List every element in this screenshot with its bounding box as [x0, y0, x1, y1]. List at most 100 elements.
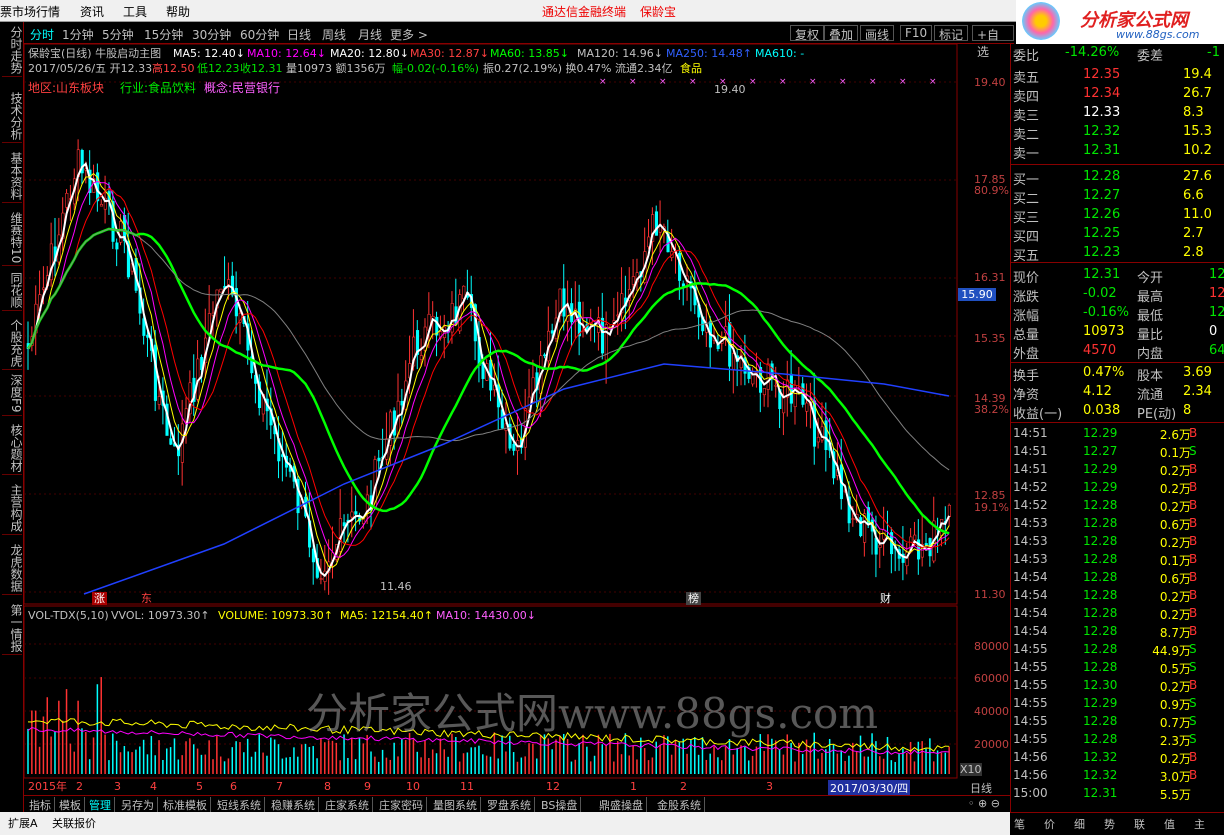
tick-time: 14:51: [1013, 462, 1048, 476]
bid-row[interactable]: 买三 12.26 11.0: [1011, 206, 1224, 226]
stat-value: 0.038: [1083, 403, 1121, 418]
toolbar-button[interactable]: F10: [900, 25, 933, 41]
stat-value: 0: [1209, 324, 1218, 339]
info-rest: 振0.27(2.19%) 换0.47% 流通2.34亿: [483, 62, 673, 75]
indicator-tab[interactable]: 量图系统: [430, 797, 481, 813]
ma60-value: MA60: 13.85↓: [490, 47, 569, 60]
indicator-tab[interactable]: 另存为: [118, 797, 158, 813]
ask-row[interactable]: 卖四 12.34 26.7: [1011, 85, 1224, 105]
tick-row: 14:56 12.32 3.0万 B: [1011, 766, 1224, 784]
ask-row[interactable]: 卖三 12.33 8.3: [1011, 104, 1224, 124]
indicator-tab[interactable]: 庄家系统: [322, 797, 373, 813]
period-tab[interactable]: 30分钟: [192, 26, 231, 43]
period-tab[interactable]: 周线: [322, 26, 346, 43]
nav-item[interactable]: 维赛特10: [2, 210, 23, 267]
bid-row[interactable]: 买二 12.27 6.6: [1011, 187, 1224, 207]
region-label[interactable]: 地区:山东板块: [28, 82, 104, 95]
indicator-tab[interactable]: 罗盘系统: [484, 797, 535, 813]
menu-help[interactable]: 帮助: [166, 3, 190, 20]
divider: [1011, 262, 1224, 263]
ask-row[interactable]: 卖一 12.31 10.2: [1011, 142, 1224, 162]
menu-tools[interactable]: 工具: [123, 3, 147, 20]
quote-tab[interactable]: 价: [1044, 816, 1055, 832]
quote-tab[interactable]: 笔: [1014, 816, 1025, 832]
vol-indicator-name[interactable]: VOL-TDX(5,10): [28, 609, 109, 622]
event-cai[interactable]: 财: [880, 592, 891, 605]
concept-label[interactable]: 概念:民营银行: [204, 82, 280, 95]
indicator-tab[interactable]: 模板: [56, 797, 85, 813]
stat-row: 换手 0.47% 股本 3.69: [1011, 364, 1224, 384]
candle-body: [851, 518, 855, 520]
ask-label: 卖二: [1013, 128, 1040, 143]
indicator-tab[interactable]: 稳赚系统: [268, 797, 319, 813]
nav-item[interactable]: 技术分析: [2, 90, 23, 143]
logo-url: www.88gs.com: [1116, 28, 1200, 41]
signal-marker: ×: [689, 77, 697, 87]
bid-row[interactable]: 买一 12.28 27.6: [1011, 168, 1224, 188]
nav-item[interactable]: 第一情报: [2, 602, 23, 655]
toolbar-button[interactable]: 标记: [934, 25, 969, 42]
event-dong[interactable]: 东: [141, 592, 152, 605]
quote-tab[interactable]: 联: [1134, 816, 1145, 832]
tick-volume: 0.7万: [1159, 716, 1191, 730]
period-tab[interactable]: 15分钟: [144, 26, 183, 43]
quote-tab[interactable]: 值: [1164, 816, 1175, 832]
indicator-tab[interactable]: 短线系统: [214, 797, 265, 813]
period-tab[interactable]: 更多 >: [390, 26, 428, 43]
indicator-tab[interactable]: 管理: [86, 797, 115, 813]
toolbar-button[interactable]: +自选: [972, 25, 1014, 59]
menu-market[interactable]: 票市场行情: [0, 3, 60, 20]
period-tab[interactable]: 月线: [358, 26, 382, 43]
period-tab[interactable]: 5分钟: [102, 26, 134, 43]
stat-label: 涨跌: [1013, 290, 1040, 305]
quote-tab[interactable]: 细: [1074, 816, 1085, 832]
stat-row: 外盘 4570 内盘 64: [1011, 342, 1224, 362]
nav-item[interactable]: 龙虎数据: [2, 542, 23, 595]
tick-side: S: [1189, 642, 1197, 656]
zoom-controls[interactable]: ◦ ⊕ ⊖: [968, 797, 1000, 810]
tick-side: B: [1189, 516, 1198, 530]
event-bang[interactable]: 榜: [686, 592, 701, 605]
period-tab[interactable]: 日线: [287, 26, 311, 43]
event-zhang[interactable]: 涨: [92, 592, 107, 605]
indicator-tab[interactable]: 指标: [26, 797, 55, 813]
period-tab[interactable]: 1分钟: [62, 26, 94, 43]
price-axis-label: 19.40: [974, 76, 1006, 89]
indicator-tab[interactable]: 金股系统: [654, 797, 705, 813]
indicator-tab[interactable]: BS操盘: [538, 797, 582, 813]
period-tab[interactable]: 分时: [30, 26, 54, 43]
tick-time: 14:53: [1013, 534, 1048, 548]
fib-label: 80.9%: [974, 184, 1009, 197]
nav-item[interactable]: 分时走势: [2, 24, 23, 77]
nav-item[interactable]: 主营构成: [2, 482, 23, 535]
tick-volume: 0.2万: [1159, 500, 1191, 514]
nav-item[interactable]: 深度F9: [2, 372, 23, 416]
toolbar-button[interactable]: 画线: [860, 25, 895, 42]
info-high: 高12.50: [152, 62, 195, 75]
nav-item[interactable]: 同花顺: [2, 270, 23, 311]
bid-volume: 11.0: [1183, 207, 1212, 222]
ask-row[interactable]: 卖五 12.35 19.4: [1011, 66, 1224, 86]
bid-volume: 27.6: [1183, 169, 1212, 184]
candle-body: [119, 221, 123, 243]
tick-row: 14:52 12.29 0.2万 B: [1011, 478, 1224, 496]
ask-row[interactable]: 卖二 12.32 15.3: [1011, 123, 1224, 143]
toolbar-button[interactable]: 复权: [790, 25, 825, 42]
menu-news[interactable]: 资讯: [80, 3, 104, 20]
quote-tab[interactable]: 势: [1104, 816, 1115, 832]
industry-label[interactable]: 行业:食品饮料: [120, 82, 196, 95]
indicator-tab[interactable]: 庄家密码: [376, 797, 427, 813]
tab-extend-a[interactable]: 扩展A: [8, 815, 38, 831]
bid-row[interactable]: 买五 12.23 2.8: [1011, 244, 1224, 264]
period-tab[interactable]: 60分钟: [240, 26, 279, 43]
indicator-tab[interactable]: 标准模板: [160, 797, 211, 813]
tab-related-quote[interactable]: 关联报价: [52, 815, 96, 831]
nav-item[interactable]: 基本资料: [2, 150, 23, 203]
nav-item[interactable]: 个股充虎: [2, 317, 23, 370]
quote-tab[interactable]: 主: [1194, 816, 1205, 832]
bid-row[interactable]: 买四 12.25 2.7: [1011, 225, 1224, 245]
indicator-tab[interactable]: 鼎盛操盘: [596, 797, 647, 813]
period-toolbar: 分时 1分钟 5分钟 15分钟 30分钟 60分钟 日线 周线 月线 更多 > 复权 叠加 画线 F10 标…: [24, 22, 1014, 59]
toolbar-button[interactable]: 叠加: [824, 25, 859, 42]
nav-item[interactable]: 核心题材: [2, 422, 23, 475]
